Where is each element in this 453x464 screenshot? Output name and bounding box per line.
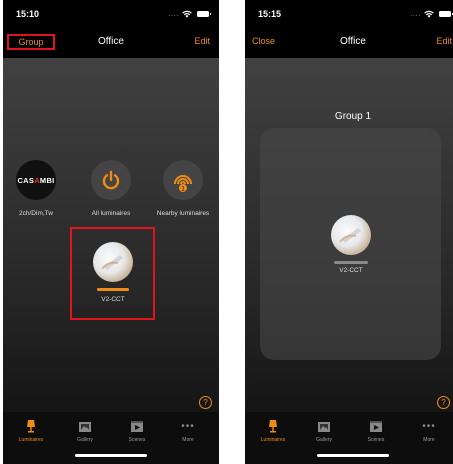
battery-icon (439, 10, 453, 17)
tile-all-luminaires[interactable]: All luminaires (81, 160, 141, 217)
lamp-image (101, 255, 123, 270)
tile-label: V2-CCT (339, 267, 363, 274)
signal-icon: .... (168, 9, 179, 18)
tile-casambi-device[interactable]: CASAMBI 2ch/Dim,Tw (6, 160, 66, 217)
lamp-image (339, 228, 361, 243)
tab-luminaires[interactable]: Luminaires (251, 418, 295, 443)
lamp-icon (27, 420, 35, 433)
scenes-icon (370, 420, 382, 432)
signal-icon: .... (410, 9, 421, 18)
edit-button[interactable]: Edit (436, 36, 452, 46)
edit-button[interactable]: Edit (194, 36, 210, 46)
status-time: 15:10 (16, 9, 40, 19)
group-button[interactable]: Group (7, 34, 55, 50)
luminaire-icon (93, 242, 133, 282)
level-bar (97, 288, 129, 291)
group-title: Group 1 (334, 111, 372, 122)
nearby-icon-circle: 1 (163, 160, 203, 200)
level-bar (334, 261, 368, 264)
tile-label: 2ch/Dim,Tw (19, 210, 53, 217)
right-screen: 15:15 .... Close Office Edit Group 1 V2-… (245, 0, 453, 464)
more-icon: ••• (181, 420, 195, 432)
help-icon[interactable]: ? (437, 396, 450, 409)
home-indicator (75, 454, 147, 457)
casambi-logo: CASAMBI (16, 160, 56, 200)
home-indicator (317, 454, 389, 457)
tile-label: Nearby luminaires (156, 210, 210, 217)
tab-more[interactable]: ••• More (166, 418, 210, 444)
wifi-icon (182, 10, 192, 18)
tab-scenes[interactable]: Scenes (115, 418, 159, 443)
group-button-label: Group (18, 37, 44, 47)
scenes-icon (131, 420, 143, 432)
gallery-icon (79, 421, 91, 432)
tab-gallery[interactable]: Gallery (63, 418, 107, 443)
status-icons: .... (410, 9, 453, 18)
left-screen: 15:10 .... Office Edit Group CASAMBI 2ch… (3, 0, 219, 464)
gallery-icon (318, 421, 330, 432)
tile-label: V2-CCT (101, 296, 125, 303)
luminaire-icon (331, 215, 371, 255)
status-time: 15:15 (258, 9, 282, 19)
tab-more[interactable]: ••• More (407, 418, 451, 444)
tab-bar: Luminaires Gallery Scenes ••• More (3, 412, 219, 464)
tab-scenes[interactable]: Scenes (354, 418, 398, 443)
battery-icon (197, 10, 211, 17)
wifi-icon (424, 10, 434, 18)
more-icon: ••• (422, 420, 436, 432)
wireless-icon: 1 (174, 175, 192, 193)
power-icon-circle (91, 160, 131, 200)
help-icon[interactable]: ? (199, 396, 212, 409)
tab-luminaires[interactable]: Luminaires (9, 418, 53, 443)
status-bar: 15:15 .... (245, 0, 453, 28)
power-icon (102, 170, 120, 190)
tab-bar: Luminaires Gallery Scenes ••• More (245, 412, 453, 464)
tab-gallery[interactable]: Gallery (302, 418, 346, 443)
lamp-icon (269, 420, 277, 433)
tile-v2-cct[interactable]: V2-CCT (83, 242, 143, 303)
tile-label: All luminaires (91, 210, 131, 217)
status-bar: 15:10 .... (3, 0, 219, 28)
tile-v2-cct[interactable]: V2-CCT (321, 215, 381, 274)
status-icons: .... (168, 9, 211, 18)
tile-nearby-luminaires[interactable]: 1 Nearby luminaires (153, 160, 213, 217)
nav-bar: Close Office Edit (245, 28, 453, 58)
page-title: Office (340, 36, 366, 47)
